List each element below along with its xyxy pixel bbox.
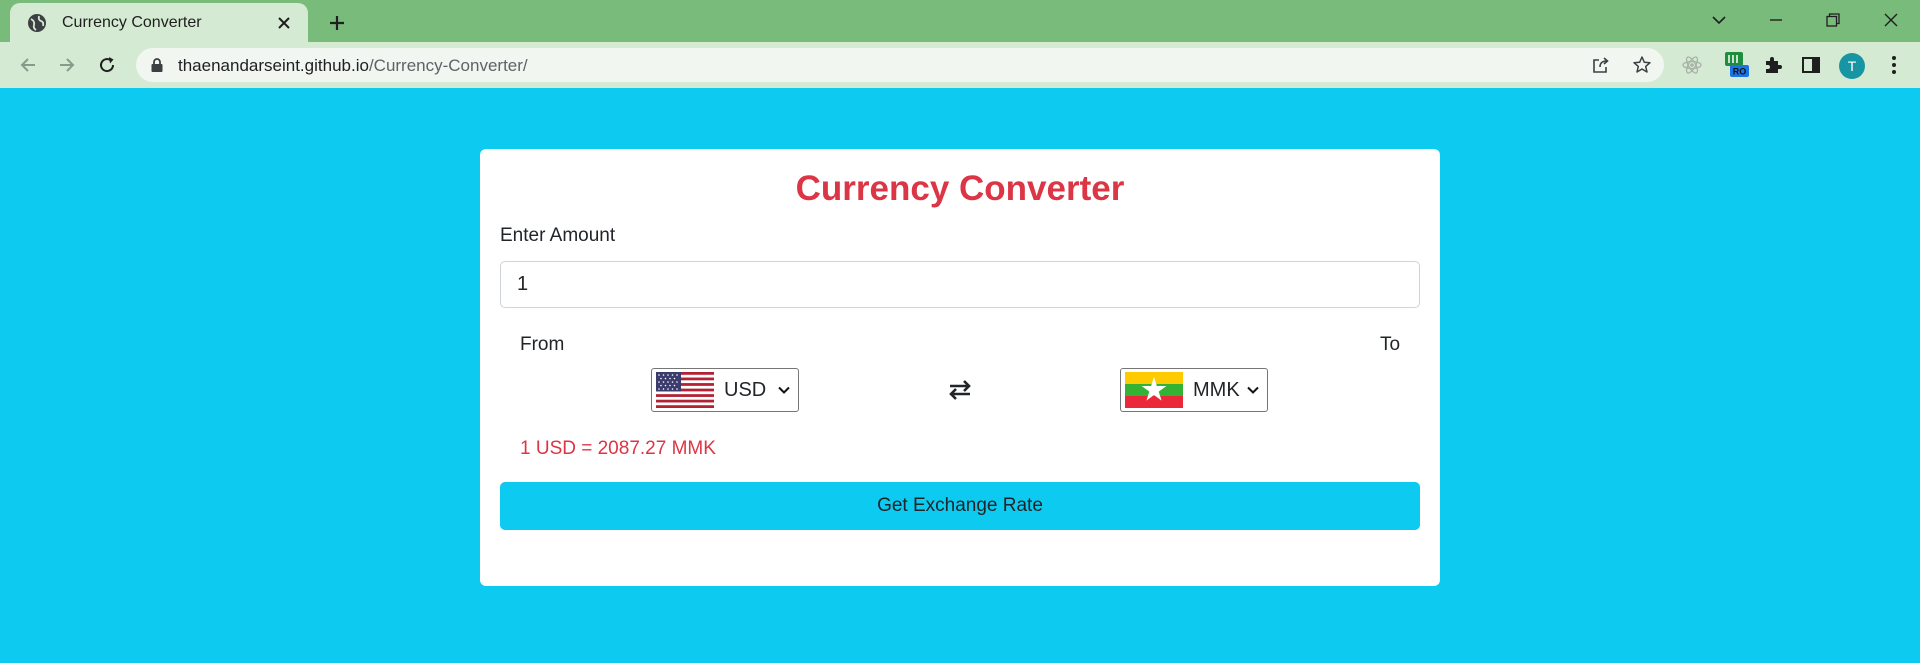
minimize-icon[interactable] [1754, 4, 1798, 36]
converter-card: Currency Converter Enter Amount From To … [480, 149, 1440, 586]
from-currency-value: USD [724, 378, 767, 401]
to-label: To [1380, 334, 1401, 355]
new-tab-icon[interactable] [322, 8, 352, 38]
url-path: /Currency-Converter/ [368, 56, 528, 75]
share-icon[interactable] [1589, 53, 1613, 77]
window-close-icon[interactable] [1869, 4, 1913, 36]
ro-extension-icon[interactable]: RO [1722, 51, 1750, 79]
browser-toolbar: thaenandarseint.github.io/Currency-Conve… [0, 42, 1920, 88]
url-domain: thaenandarseint.github.io [178, 56, 369, 75]
reload-icon[interactable] [91, 49, 123, 81]
puzzle-icon[interactable] [1759, 51, 1787, 79]
restore-icon[interactable] [1811, 4, 1855, 36]
forward-icon[interactable] [51, 49, 83, 81]
profile-avatar[interactable]: T [1839, 53, 1865, 79]
react-devtools-icon[interactable] [1678, 51, 1706, 79]
swap-currencies-icon[interactable] [945, 375, 975, 405]
url-text: thaenandarseint.github.io/Currency-Conve… [178, 56, 528, 76]
from-label: From [520, 334, 565, 355]
browser-tab-strip: Currency Converter [0, 0, 1920, 42]
to-currency-select[interactable]: MMK [1120, 368, 1268, 412]
amount-input[interactable] [500, 261, 1420, 308]
tab-search-chevron-icon[interactable] [1697, 4, 1741, 36]
amount-label: Enter Amount [500, 225, 616, 246]
get-exchange-rate-button[interactable]: Get Exchange Rate [500, 482, 1420, 530]
lock-icon[interactable] [150, 57, 164, 78]
more-menu-icon[interactable] [1880, 51, 1908, 79]
close-icon[interactable] [272, 11, 296, 35]
svg-text:RO: RO [1733, 67, 1747, 77]
us-flag-icon [656, 372, 714, 408]
myanmar-flag-icon [1125, 372, 1183, 408]
back-icon[interactable] [12, 49, 44, 81]
globe-icon [26, 12, 48, 34]
page-title: Currency Converter [795, 169, 1125, 208]
browser-tab[interactable]: Currency Converter [10, 3, 308, 42]
exchange-rate-result: 1 USD = 2087.27 MMK [520, 438, 716, 459]
to-currency-value: MMK [1193, 378, 1240, 401]
chevron-down-icon [1245, 382, 1261, 398]
chevron-down-icon [776, 382, 792, 398]
tab-title: Currency Converter [62, 13, 202, 31]
from-currency-select[interactable]: USD [651, 368, 799, 412]
address-bar[interactable]: thaenandarseint.github.io/Currency-Conve… [136, 48, 1664, 82]
bookmark-star-icon[interactable] [1630, 53, 1654, 77]
sidepanel-icon[interactable] [1797, 51, 1825, 79]
